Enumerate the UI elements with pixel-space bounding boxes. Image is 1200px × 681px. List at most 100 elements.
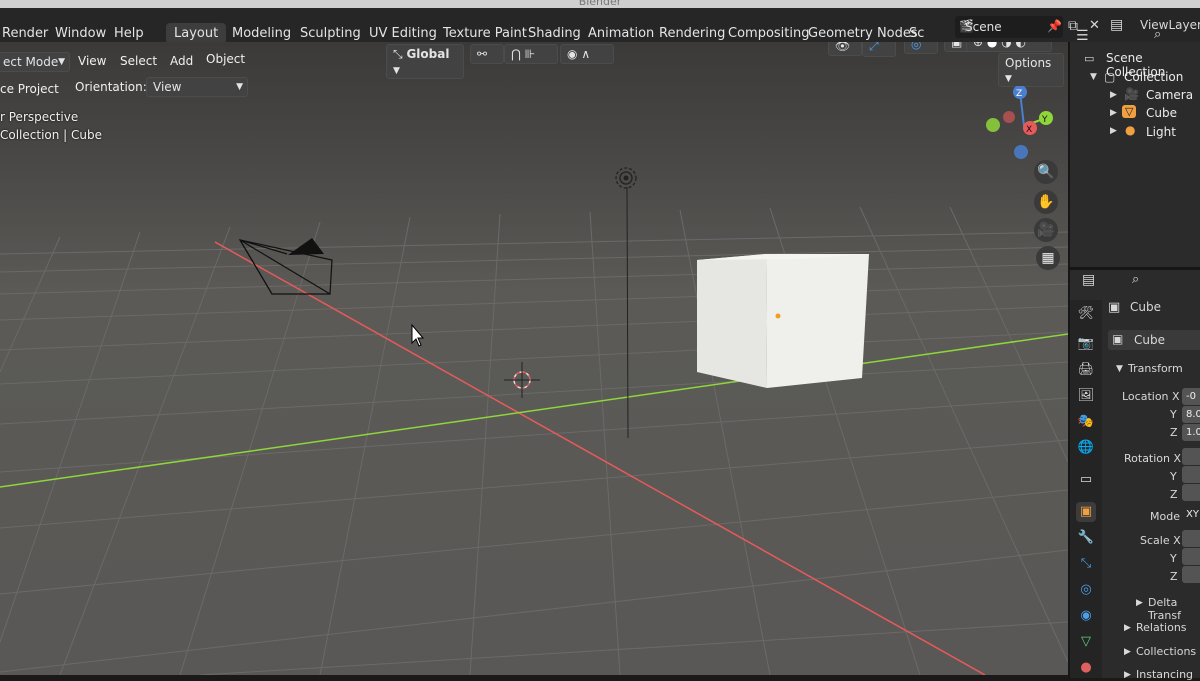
transform-panel-header[interactable]: Transform xyxy=(1128,362,1183,375)
delete-scene-icon[interactable]: ✕ xyxy=(1089,18,1100,33)
chevron-down-icon[interactable]: ▼ xyxy=(1116,364,1123,374)
chevron-right-icon[interactable]: ▶ xyxy=(1124,647,1131,657)
modifier-tab-icon[interactable]: 🔧 xyxy=(1076,528,1096,548)
scale-y-field[interactable] xyxy=(1182,548,1200,565)
menu-window[interactable]: Window xyxy=(55,26,106,41)
orientation-gizmo-icon: ⤡ xyxy=(393,47,403,61)
view-layer-tab-icon[interactable]: 🖼 xyxy=(1076,386,1096,406)
mode-selector[interactable]: ect Mode ▼ xyxy=(0,52,70,72)
world-tab-icon[interactable]: 🌐 xyxy=(1076,438,1096,458)
chevron-right-icon[interactable]: ▶ xyxy=(1124,670,1131,680)
collections-panel-header[interactable]: Collections xyxy=(1136,645,1196,658)
viewport-menu-object[interactable]: Object xyxy=(206,52,245,66)
orientation-value: View xyxy=(153,80,182,94)
object-name-field[interactable]: ▣ Cube xyxy=(1108,330,1200,350)
overlay-toggle-button[interactable]: ◎ xyxy=(904,42,938,54)
location-x-field[interactable]: -0 xyxy=(1182,388,1200,405)
viewport-menu-view[interactable]: View xyxy=(78,54,106,68)
rotation-z-field[interactable] xyxy=(1182,484,1200,501)
pan-hand-icon[interactable]: ✋ xyxy=(1034,190,1058,214)
physics-tab-icon[interactable]: ◎ xyxy=(1076,580,1096,600)
perspective-grid-icon[interactable]: ▦ xyxy=(1036,246,1060,270)
scene-tab-icon[interactable]: 🎭 xyxy=(1076,412,1096,432)
chevron-right-icon[interactable]: ▶ xyxy=(1136,598,1143,608)
orientation-dropdown[interactable]: View ▼ xyxy=(146,77,248,97)
transform-orientation-selector[interactable]: ⤡ Global ▼ xyxy=(386,44,464,79)
viewport-menu-add[interactable]: Add xyxy=(170,54,193,68)
pin-icon[interactable]: 📌 xyxy=(1047,19,1062,33)
render-tab-icon[interactable]: 📷 xyxy=(1076,334,1096,354)
view-layer-icon: ▤ xyxy=(1110,17,1124,33)
delta-transform-header[interactable]: Delta Transf xyxy=(1148,596,1200,622)
scale-z-field[interactable] xyxy=(1182,566,1200,583)
workspace-tab-rendering[interactable]: Rendering xyxy=(659,26,725,41)
visibility-filter-button[interactable]: 👁 xyxy=(828,42,862,56)
output-tab-icon[interactable]: 🖨 xyxy=(1076,360,1096,380)
outliner-item-cube[interactable]: Cube xyxy=(1146,106,1177,120)
search-icon[interactable]: ⌕ xyxy=(1132,272,1139,287)
outliner-collection[interactable]: Collection xyxy=(1124,70,1183,84)
constraints-tab-icon[interactable]: ◉ xyxy=(1076,606,1096,626)
data-tab-icon[interactable]: ▽ xyxy=(1076,632,1096,652)
workspace-tab-texture-paint[interactable]: Texture Paint xyxy=(443,26,527,41)
navigation-gizmo[interactable]: Z Y X xyxy=(984,86,1064,166)
workspace-tab-animation[interactable]: Animation xyxy=(588,26,654,41)
material-shading-icon[interactable]: ◑ xyxy=(1001,42,1011,49)
relations-panel-header[interactable]: Relations xyxy=(1136,621,1187,634)
wireframe-shading-icon[interactable]: ⊕ xyxy=(973,42,983,49)
collection-tab-icon[interactable]: ▭ xyxy=(1076,470,1096,490)
workspace-tab-modeling[interactable]: Modeling xyxy=(232,26,291,41)
chevron-right-icon[interactable]: ▶ xyxy=(1124,623,1131,633)
scale-z-label: Z xyxy=(1170,570,1178,583)
chevron-right-icon[interactable]: ▶ xyxy=(1110,90,1117,100)
outliner-item-light[interactable]: Light xyxy=(1146,125,1176,139)
gizmo-y-label: Y xyxy=(1041,115,1048,125)
viewport-menu-select[interactable]: Select xyxy=(120,54,157,68)
rotation-x-field[interactable] xyxy=(1182,448,1200,465)
options-button[interactable]: Options ▼ xyxy=(998,53,1064,87)
rotation-mode-dropdown[interactable]: XY xyxy=(1182,506,1200,523)
camera-view-icon[interactable]: 🎥 xyxy=(1034,218,1058,242)
workspace-tab-geometry-nodes[interactable]: Geometry Nodes xyxy=(808,26,918,41)
x-axis-line xyxy=(214,241,986,675)
window-title: Blender xyxy=(578,0,622,8)
view-layer-name[interactable]: ViewLayer xyxy=(1140,18,1200,32)
chevron-right-icon[interactable]: ▶ xyxy=(1110,126,1117,136)
tool-tab-icon[interactable]: 🛠 xyxy=(1076,304,1096,324)
workspace-tab-compositing[interactable]: Compositing xyxy=(728,26,810,41)
scale-x-field[interactable] xyxy=(1182,530,1200,547)
location-z-field[interactable]: 1.0 xyxy=(1182,424,1200,441)
zoom-icon[interactable]: 🔍 xyxy=(1034,160,1058,184)
workspace-tab-scripting[interactable]: Sc xyxy=(909,26,924,41)
location-y-field[interactable]: 8.0 xyxy=(1182,406,1200,423)
workspace-tab-sculpting[interactable]: Sculpting xyxy=(300,26,361,41)
menu-render[interactable]: Render xyxy=(2,26,48,41)
material-tab-icon[interactable]: ● xyxy=(1076,658,1096,678)
particles-tab-icon[interactable]: ⤡ xyxy=(1076,554,1096,574)
properties-editor-type-icon[interactable]: ▤ xyxy=(1082,272,1095,288)
rendered-shading-icon[interactable]: ◐ xyxy=(1016,42,1026,49)
rotation-y-field[interactable] xyxy=(1182,466,1200,483)
chevron-down-icon[interactable]: ▼ xyxy=(1090,72,1097,82)
scene-selector[interactable]: 🎬 Scene 📌 xyxy=(955,16,1063,38)
solid-shading-icon[interactable]: ● xyxy=(987,42,997,49)
outliner-item-camera[interactable]: Camera xyxy=(1146,88,1193,102)
pivot-point-button[interactable]: ⚯ xyxy=(470,44,504,64)
gizmo-toggle-button[interactable]: ⤢ xyxy=(862,42,896,57)
proportional-edit-button[interactable]: ◉ ∧ xyxy=(560,44,614,64)
falloff-curve-icon: ∧ xyxy=(581,47,591,61)
gizmo-icon: ⤢ xyxy=(869,42,879,53)
shading-mode-buttons[interactable]: ⊕ ● ◑ ◐ xyxy=(966,42,1052,52)
workspace-tab-shading[interactable]: Shading xyxy=(528,26,581,41)
scene-name: Scene xyxy=(965,20,1002,34)
object-tab-icon[interactable]: ▣ xyxy=(1076,502,1096,522)
workspace-tab-uv-editing[interactable]: UV Editing xyxy=(369,26,437,41)
snap-button[interactable]: ⋂ ⊪ xyxy=(504,44,558,64)
workspace-tab-layout[interactable]: Layout xyxy=(166,23,227,44)
search-icon[interactable]: ⌕ xyxy=(1154,27,1161,42)
3d-viewport[interactable]: ect Mode ▼ View Select Add Object ⤡ Glob… xyxy=(0,42,1068,675)
menu-help[interactable]: Help xyxy=(114,26,144,41)
outliner-display-mode-icon[interactable]: ☰ xyxy=(1076,28,1089,44)
chevron-right-icon[interactable]: ▶ xyxy=(1110,108,1117,118)
camera-icon: 🎥 xyxy=(1124,87,1139,101)
